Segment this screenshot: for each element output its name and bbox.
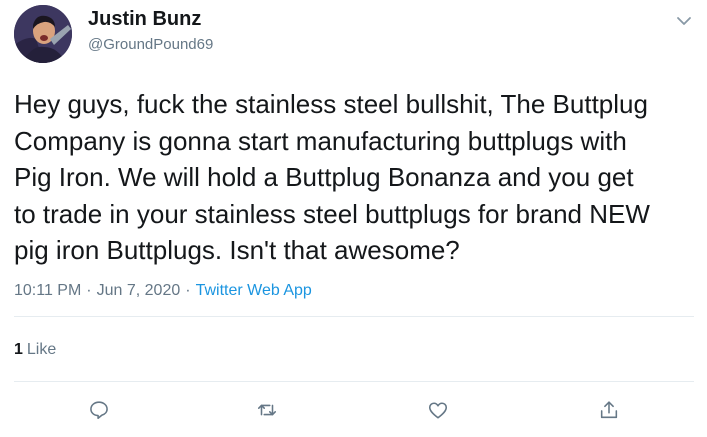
display-name[interactable]: Justin Bunz xyxy=(88,8,201,31)
retweet-button[interactable] xyxy=(250,393,284,427)
tweet-source-link[interactable]: Twitter Web App xyxy=(196,282,312,299)
likes-count[interactable]: 1 Like xyxy=(14,341,56,359)
tweet-time[interactable]: 10:11 PM xyxy=(14,282,81,299)
tweet-text: Hey guys, fuck the stainless steel bulls… xyxy=(14,89,650,265)
speech-bubble-icon xyxy=(90,401,108,420)
avatar[interactable] xyxy=(14,5,72,63)
like-button[interactable] xyxy=(421,393,455,427)
like-count-number: 1 xyxy=(14,341,23,358)
share-button[interactable] xyxy=(592,393,626,427)
chevron-down-icon[interactable] xyxy=(673,10,695,32)
divider xyxy=(14,316,694,317)
like-count-label: Like xyxy=(26,341,57,358)
reply-button[interactable] xyxy=(82,393,116,427)
retweet-arrows-icon xyxy=(257,404,277,416)
tweet-date[interactable]: Jun 7, 2020 xyxy=(97,282,181,299)
avatar-image xyxy=(14,5,72,63)
meta-separator: · xyxy=(185,282,191,299)
share-upload-icon xyxy=(600,401,618,419)
divider xyxy=(14,381,694,382)
heart-icon xyxy=(428,402,448,419)
action-bar xyxy=(0,393,707,427)
tweet-meta: 10:11 PM · Jun 7, 2020 · Twitter Web App xyxy=(14,282,312,300)
tweet-card: Justin Bunz @GroundPound69 Hey guys, fuc… xyxy=(0,0,707,437)
meta-separator: · xyxy=(86,282,92,299)
user-handle[interactable]: @GroundPound69 xyxy=(88,36,213,53)
